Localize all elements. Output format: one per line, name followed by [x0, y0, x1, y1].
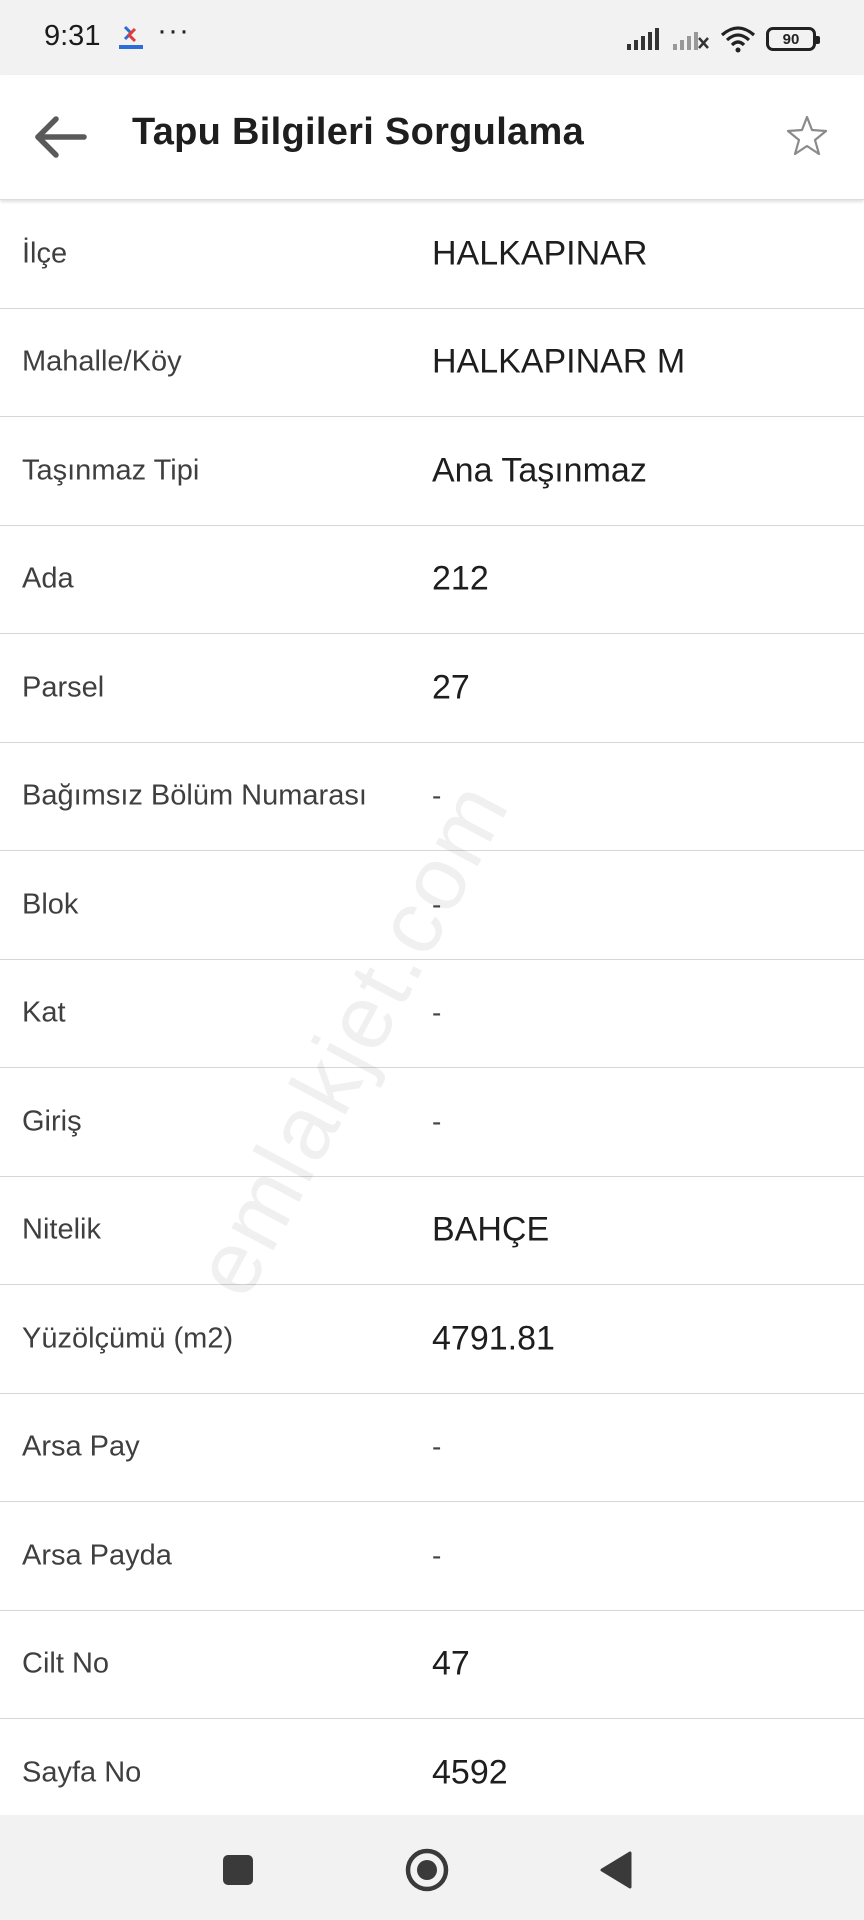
app-notification-icon	[119, 25, 143, 49]
row-value: -	[432, 1431, 442, 1463]
back-triangle-icon[interactable]	[592, 1845, 642, 1895]
row-value: HALKAPINAR M	[432, 342, 686, 381]
row-label: Parsel	[22, 671, 105, 704]
info-row-sayfa-no: Sayfa No 4592	[0, 1719, 864, 1828]
row-label: Cilt No	[22, 1647, 110, 1680]
info-row-giris: Giriş -	[0, 1068, 864, 1177]
row-value: -	[432, 780, 442, 812]
info-row-ilce: İlçe HALKAPINAR	[0, 200, 864, 309]
signal-icon	[627, 28, 659, 50]
row-value: 47	[432, 1644, 470, 1683]
info-row-kat: Kat -	[0, 960, 864, 1068]
info-row-mahalle: Mahalle/Köy HALKAPINAR M	[0, 309, 864, 417]
star-outline-icon[interactable]	[784, 113, 830, 159]
row-value: -	[432, 1539, 442, 1571]
row-value: BAHÇE	[432, 1210, 550, 1249]
row-label: Kat	[22, 996, 66, 1029]
info-row-cilt-no: Cilt No 47	[0, 1611, 864, 1719]
row-value: 4592	[432, 1753, 508, 1792]
row-value: 212	[432, 559, 489, 598]
row-label: Arsa Payda	[22, 1539, 172, 1572]
page-title: Tapu Bilgileri Sorgulama	[132, 111, 585, 153]
row-value: -	[432, 1105, 442, 1137]
info-row-arsa-pay: Arsa Pay -	[0, 1394, 864, 1502]
row-value: 4791.81	[432, 1319, 555, 1358]
info-row-nitelik: Nitelik BAHÇE	[0, 1177, 864, 1285]
info-row-ada: Ada 212	[0, 526, 864, 634]
info-row-tasinmaz-tipi: Taşınmaz Tipi Ana Taşınmaz	[0, 417, 864, 526]
row-value: -	[432, 888, 442, 920]
info-row-arsa-payda: Arsa Payda -	[0, 1502, 864, 1611]
signal-no-service-icon	[673, 32, 709, 50]
row-label: Yüzölçümü (m2)	[22, 1322, 234, 1355]
info-row-blok: Blok -	[0, 851, 864, 960]
info-row-bagimsiz-bolum: Bağımsız Bölüm Numarası -	[0, 743, 864, 851]
back-arrow-icon[interactable]	[30, 111, 90, 163]
row-label: Nitelik	[22, 1213, 101, 1246]
row-label: Bağımsız Bölüm Numarası	[22, 779, 367, 812]
row-value: HALKAPINAR	[432, 234, 648, 273]
battery-level: 90	[782, 30, 800, 48]
system-nav-bar	[0, 1815, 864, 1920]
status-more-dots: ···	[157, 14, 190, 47]
battery-icon: 90	[766, 27, 820, 51]
row-label: Sayfa No	[22, 1756, 142, 1789]
row-label: Mahalle/Köy	[22, 345, 182, 378]
wifi-icon	[720, 26, 756, 53]
status-bar: 9:31 ··· 90	[0, 0, 864, 75]
property-info-list: İlçe HALKAPINAR Mahalle/Köy HALKAPINAR M…	[0, 200, 864, 1828]
status-time: 9:31	[44, 20, 101, 52]
status-right-icons: 90	[626, 24, 820, 54]
recent-apps-icon[interactable]	[213, 1845, 263, 1895]
row-label: Blok	[22, 888, 79, 921]
home-icon[interactable]	[402, 1845, 452, 1895]
row-value: Ana Taşınmaz	[432, 451, 647, 490]
info-row-parsel: Parsel 27	[0, 634, 864, 743]
row-label: Arsa Pay	[22, 1430, 140, 1463]
row-value: -	[432, 997, 442, 1029]
row-value: 27	[432, 668, 470, 707]
row-label: Taşınmaz Tipi	[22, 454, 200, 487]
app-bar: Tapu Bilgileri Sorgulama	[0, 75, 864, 200]
row-label: İlçe	[22, 237, 68, 270]
info-row-yuzolcumu: Yüzölçümü (m2) 4791.81	[0, 1285, 864, 1394]
row-label: Ada	[22, 562, 74, 595]
row-label: Giriş	[22, 1105, 82, 1138]
